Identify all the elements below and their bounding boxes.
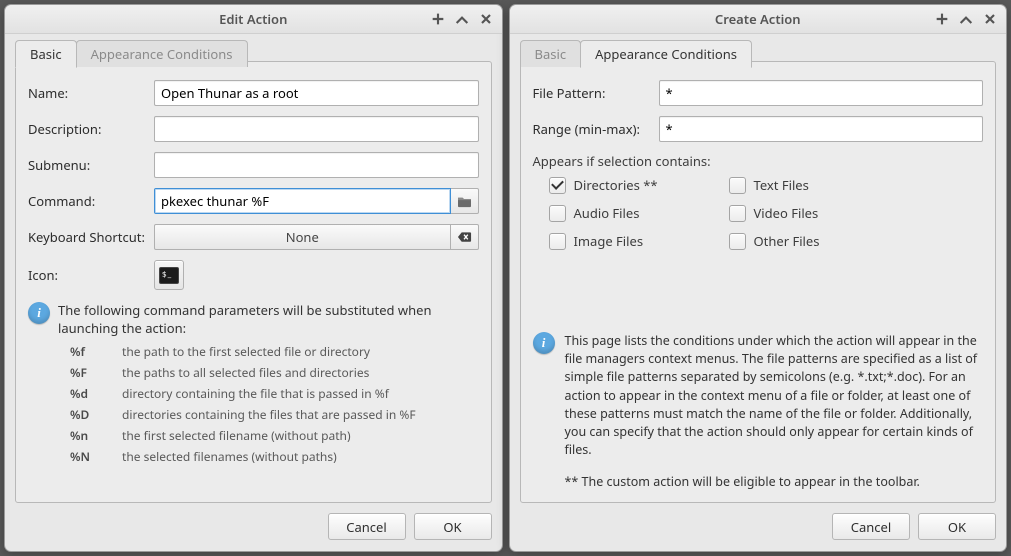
- keyboard-shortcut-button[interactable]: None: [154, 224, 451, 250]
- info-icon: i: [533, 332, 555, 354]
- label-command: Command:: [28, 192, 148, 210]
- window-maximize-icon[interactable]: [958, 11, 974, 27]
- submenu-input[interactable]: [154, 152, 479, 178]
- tab-label: Basic: [30, 45, 62, 63]
- tab-basic[interactable]: Basic: [520, 40, 582, 67]
- parameter-legend: %fthe path to the first selected file or…: [70, 343, 479, 465]
- footnote-text: ** The custom action will be eligible to…: [565, 473, 984, 490]
- checkbox-icon: [729, 177, 746, 194]
- folder-icon: [457, 195, 472, 208]
- window-title: Create Action: [510, 10, 1007, 28]
- window-minimize-icon[interactable]: [934, 11, 950, 27]
- checkbox-directories[interactable]: Directories **: [549, 176, 729, 194]
- label-icon: Icon:: [28, 266, 148, 284]
- titlebar: Edit Action: [5, 5, 502, 34]
- label-appears: Appears if selection contains:: [533, 152, 984, 170]
- label-submenu: Submenu:: [28, 156, 148, 174]
- tab-label: Appearance Conditions: [91, 45, 233, 63]
- checkbox-audio-files[interactable]: Audio Files: [549, 204, 729, 222]
- label-description: Description:: [28, 120, 148, 138]
- cancel-button[interactable]: Cancel: [832, 513, 910, 540]
- checkbox-icon: [549, 233, 566, 250]
- label-keyboard-shortcut: Keyboard Shortcut:: [28, 228, 148, 246]
- file-pattern-input[interactable]: [659, 80, 984, 106]
- keyboard-shortcut-value: None: [286, 228, 319, 246]
- label-name: Name:: [28, 84, 148, 102]
- tab-appearance-conditions[interactable]: Appearance Conditions: [580, 40, 752, 68]
- checkbox-text-files[interactable]: Text Files: [729, 176, 909, 194]
- tab-label: Appearance Conditions: [595, 45, 737, 63]
- terminal-icon: [159, 267, 179, 284]
- browse-command-button[interactable]: [451, 188, 479, 214]
- label-file-pattern: File Pattern:: [533, 84, 653, 102]
- window-minimize-icon[interactable]: [430, 11, 446, 27]
- clear-shortcut-button[interactable]: [451, 224, 479, 250]
- checkbox-icon: [549, 177, 566, 194]
- checkbox-icon: [729, 205, 746, 222]
- ok-button[interactable]: OK: [414, 513, 492, 540]
- info-icon: i: [28, 302, 50, 324]
- checkbox-icon: [549, 205, 566, 222]
- backspace-icon: [457, 231, 472, 243]
- window-title: Edit Action: [5, 10, 502, 28]
- tab-appearance-conditions[interactable]: Appearance Conditions: [76, 40, 248, 67]
- tab-basic[interactable]: Basic: [15, 40, 77, 68]
- ok-button[interactable]: OK: [918, 513, 996, 540]
- range-input[interactable]: [659, 116, 984, 142]
- window-maximize-icon[interactable]: [454, 11, 470, 27]
- titlebar: Create Action: [510, 5, 1007, 34]
- window-close-icon[interactable]: [982, 11, 998, 27]
- tab-label: Basic: [535, 45, 567, 63]
- checkbox-other-files[interactable]: Other Files: [729, 232, 909, 250]
- name-input[interactable]: [154, 80, 479, 106]
- info-text: The following command parameters will be…: [58, 302, 479, 337]
- window-close-icon[interactable]: [478, 11, 494, 27]
- command-input[interactable]: [154, 188, 451, 214]
- cancel-button[interactable]: Cancel: [328, 513, 406, 540]
- icon-chooser-button[interactable]: [154, 260, 184, 290]
- checkbox-video-files[interactable]: Video Files: [729, 204, 909, 222]
- checkbox-image-files[interactable]: Image Files: [549, 232, 729, 250]
- description-input[interactable]: [154, 116, 479, 142]
- info-text: This page lists the conditions under whi…: [565, 332, 984, 459]
- checkbox-icon: [729, 233, 746, 250]
- label-range: Range (min-max):: [533, 120, 653, 138]
